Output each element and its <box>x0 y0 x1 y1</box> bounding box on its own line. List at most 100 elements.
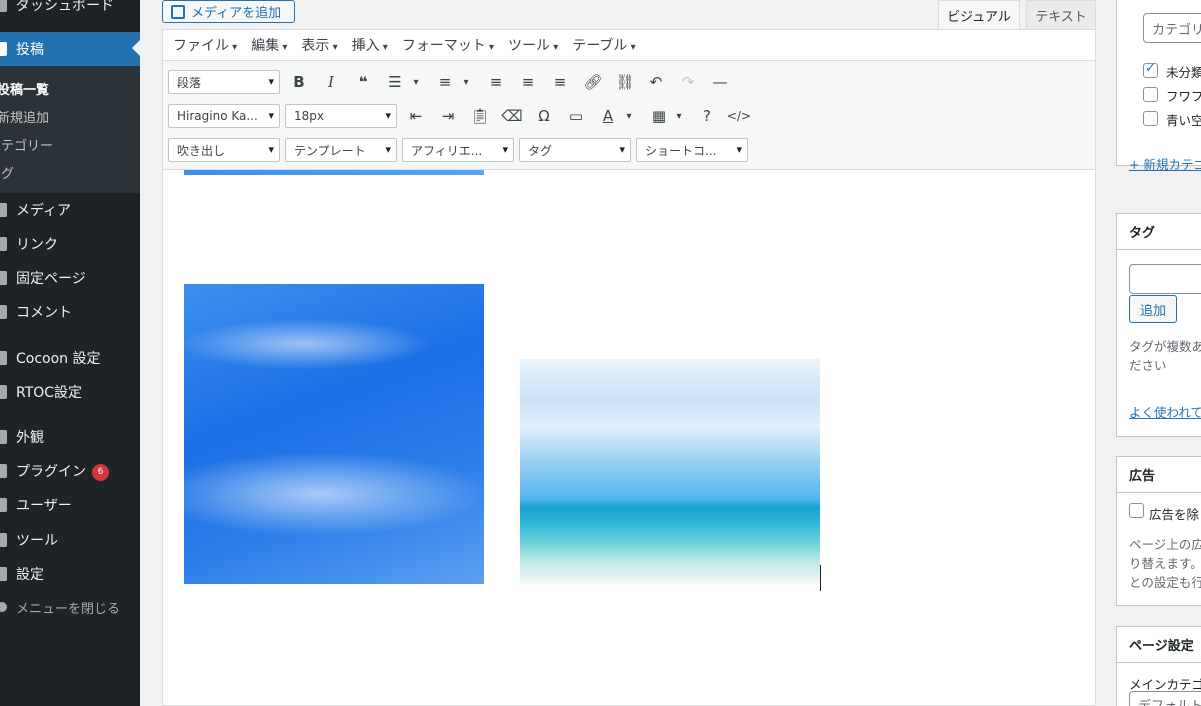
ads-box-title: 広告 <box>1117 457 1201 493</box>
category-search-input[interactable]: カテゴリー <box>1143 13 1201 43</box>
menu-users[interactable]: ユーザー <box>0 490 140 520</box>
menu-media[interactable]: メディア <box>0 195 140 225</box>
category-label-3: 青い空 <box>1166 113 1201 128</box>
add-media-button[interactable]: メディアを追加 <box>162 0 295 23</box>
tags-box-title: タグ <box>1117 214 1201 250</box>
horizontal-line-icon[interactable]: — <box>708 70 732 94</box>
menu-view[interactable]: 表示 <box>301 35 337 55</box>
paste-text-icon[interactable]: 📋︎ <box>468 104 492 128</box>
menu-appearance[interactable]: 外観 <box>0 422 140 452</box>
indent-icon[interactable]: ⇥ <box>436 104 460 128</box>
popular-tags-link[interactable]: よく使われて <box>1129 402 1201 421</box>
main-category-select[interactable]: デフォルト <box>1129 691 1201 706</box>
add-tag-button[interactable]: 追加 <box>1129 295 1177 323</box>
editor-toolbar: 段落 B I ❝ ☰ ▾ ≡ ▾ ≡ ≡ ≡ 🔗︎ ⛓︎ ↶ ↷ — Hirag… <box>163 61 1095 170</box>
image-partial-top[interactable] <box>184 170 484 175</box>
menu-insert[interactable]: 挿入 <box>352 35 388 55</box>
menu-posts[interactable]: 投稿 <box>0 32 140 66</box>
clear-formatting-icon[interactable]: ⌫ <box>500 104 524 128</box>
menu-links[interactable]: リンク <box>0 229 140 259</box>
tag-input[interactable] <box>1129 264 1201 294</box>
format-select[interactable]: 段落 <box>168 70 280 94</box>
help-icon[interactable]: ? <box>695 104 719 128</box>
category-label-1: 未分類 <box>1166 65 1201 80</box>
media-icon <box>171 4 185 19</box>
ads-help-line-2: り替えます。 <box>1129 556 1201 571</box>
menu-rtoc-settings[interactable]: RTOC設定 <box>0 377 140 407</box>
image-blue-sky[interactable] <box>184 284 484 584</box>
menu-dashboard[interactable]: ダッシュボード <box>0 0 140 20</box>
font-family-select[interactable]: Hiragino Ka... <box>168 104 280 128</box>
submenu-add-new[interactable]: 新規追加 <box>0 107 49 126</box>
submenu-all-posts[interactable]: 投稿一覧 <box>0 79 49 98</box>
plugins-update-badge: 6 <box>92 463 109 481</box>
menu-comments[interactable]: コメント <box>0 297 140 327</box>
category-checkbox-1[interactable] <box>1143 61 1158 78</box>
admin-sidebar: ダッシュボード 投稿 投稿一覧 新規追加 カテゴリー タグ メディア リンク 固… <box>0 0 140 706</box>
menu-format[interactable]: フォーマット <box>402 35 494 55</box>
outdent-icon[interactable]: ⇤ <box>404 104 428 128</box>
table-icon[interactable]: ▦ <box>647 104 671 128</box>
numbered-list-dropdown-icon[interactable]: ▾ <box>461 70 471 94</box>
read-more-icon[interactable]: ▭ <box>564 104 588 128</box>
page-settings-box: ページ設定 メインカテゴ デフォルト <box>1116 626 1201 706</box>
menu-cocoon-settings[interactable]: Cocoon 設定 <box>0 343 140 373</box>
menu-pages[interactable]: 固定ページ <box>0 263 140 293</box>
menu-tools[interactable]: ツール <box>0 525 140 555</box>
menu-edit[interactable]: 編集 <box>251 35 287 55</box>
ads-exclude-checkbox[interactable] <box>1129 503 1144 518</box>
italic-icon[interactable]: I <box>319 70 343 94</box>
tag-select[interactable]: タグ <box>519 138 631 162</box>
tags-box: タグ 追加 タグが複数あ ださい よく使われて <box>1116 213 1201 437</box>
link-icon <box>0 237 7 251</box>
undo-icon[interactable]: ↶ <box>644 70 668 94</box>
align-left-icon[interactable]: ≡ <box>484 70 508 94</box>
editor-area: メディアを追加 ビジュアル テキスト ファイル 編集 表示 挿入 フォーマット … <box>162 0 1096 706</box>
media-icon <box>0 203 7 217</box>
link-icon[interactable]: 🔗︎ <box>581 70 605 94</box>
category-checkbox-2[interactable] <box>1143 87 1158 102</box>
bullet-list-icon[interactable]: ☰ <box>383 70 407 94</box>
menu-settings[interactable]: 設定 <box>0 559 140 589</box>
special-character-icon[interactable]: Ω <box>532 104 556 128</box>
add-new-category-link[interactable]: + 新規カテゴ <box>1129 154 1201 173</box>
align-center-icon[interactable]: ≡ <box>516 70 540 94</box>
page-icon <box>0 271 7 285</box>
menu-plugins[interactable]: プラグイン 6 <box>0 456 140 486</box>
speech-bubble-select[interactable]: 吹き出し <box>168 138 280 162</box>
menu-file[interactable]: ファイル <box>173 35 237 55</box>
menu-collapse[interactable]: メニューを閉じる <box>0 592 140 622</box>
redo-icon[interactable]: ↷ <box>676 70 700 94</box>
wrench-icon <box>0 533 7 547</box>
tab-visual[interactable]: ビジュアル <box>938 0 1020 29</box>
category-checkbox-3[interactable] <box>1143 111 1158 126</box>
template-select[interactable]: テンプレート <box>285 138 397 162</box>
menu-tools[interactable]: ツール <box>508 35 558 55</box>
editor-content[interactable] <box>163 170 1095 705</box>
dashboard-icon <box>0 0 7 12</box>
numbered-list-icon[interactable]: ≡ <box>433 70 457 94</box>
affiliate-select[interactable]: アフィリエ... <box>402 138 514 162</box>
ads-help-line-3: との設定も行 <box>1129 575 1201 590</box>
font-size-select[interactable]: 18px <box>285 104 397 128</box>
bold-icon[interactable]: B <box>287 70 311 94</box>
text-color-icon[interactable]: A <box>596 104 620 128</box>
image-beach-sky[interactable] <box>520 359 820 584</box>
align-right-icon[interactable]: ≡ <box>548 70 572 94</box>
text-cursor <box>820 565 821 591</box>
submenu-tags[interactable]: タグ <box>0 163 14 182</box>
menu-table[interactable]: テーブル <box>572 35 635 55</box>
shortcode-select[interactable]: ショートコ... <box>636 138 748 162</box>
ads-exclude-label: 広告を除 <box>1149 507 1200 522</box>
tinymce-editor: ファイル 編集 表示 挿入 フォーマット ツール テーブル 段落 B I ❝ ☰… <box>162 29 1096 706</box>
editor-menubar: ファイル 編集 表示 挿入 フォーマット ツール テーブル <box>163 30 1095 61</box>
source-code-icon[interactable]: </> <box>727 104 751 128</box>
brush-icon <box>0 430 7 444</box>
blockquote-icon[interactable]: ❝ <box>351 70 375 94</box>
submenu-categories[interactable]: カテゴリー <box>0 135 53 154</box>
table-dropdown-icon[interactable]: ▾ <box>674 104 684 128</box>
tab-text[interactable]: テキスト <box>1026 0 1096 29</box>
unlink-icon[interactable]: ⛓︎ <box>613 70 637 94</box>
text-color-dropdown-icon[interactable]: ▾ <box>624 104 634 128</box>
bullet-list-dropdown-icon[interactable]: ▾ <box>411 70 421 94</box>
